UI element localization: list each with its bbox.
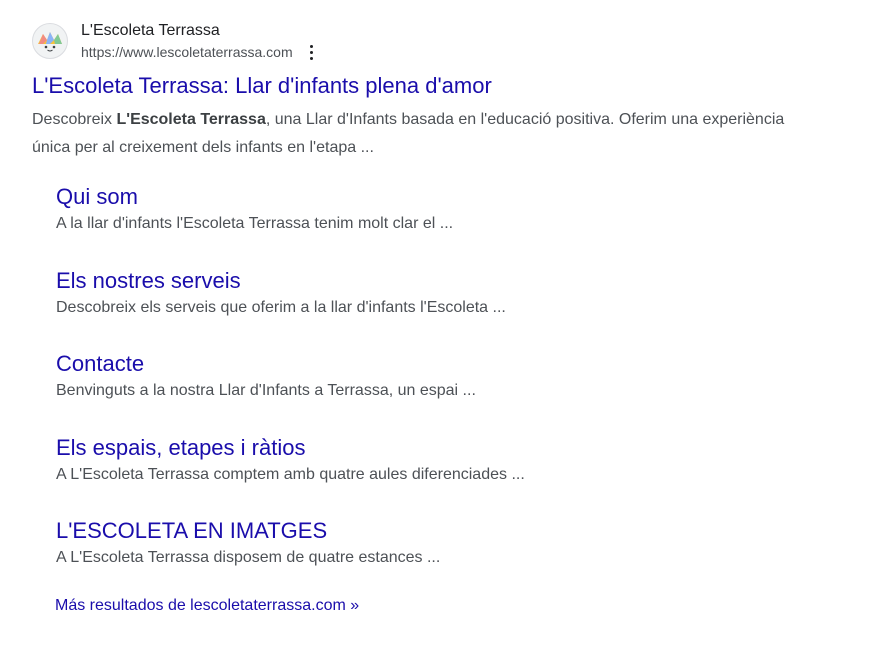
more-vert-icon[interactable] (305, 42, 319, 62)
search-result: L'Escoleta Terrassa https://www.lescolet… (32, 18, 792, 600)
snippet-highlight: L'Escoleta Terrassa (116, 111, 266, 128)
sitelink-contacte: Contacte Benvinguts a la nostra Llar d'I… (56, 349, 792, 433)
sitelink-description: Benvinguts a la nostra Llar d'Infants a … (56, 382, 476, 399)
site-name[interactable]: L'Escoleta Terrassa (81, 20, 319, 42)
snippet-text-start: Descobreix (32, 111, 117, 128)
sitelink-description: A la llar d'infants l'Escoleta Terrassa … (56, 215, 454, 232)
sitelink-description: Descobreix els serveis que oferim a la l… (56, 298, 506, 316)
more-results-link[interactable]: Más resultados de lescoletaterrassa.com … (55, 595, 359, 617)
sitelink-title[interactable]: Els nostres serveis (56, 266, 792, 296)
sitelink-serveis: Els nostres serveis Descobreix els serve… (56, 266, 792, 350)
result-title-link[interactable]: L'Escoleta Terrassa: Llar d'infants plen… (32, 71, 792, 101)
sitelink-description: A L'Escoleta Terrassa disposem de quatre… (56, 549, 441, 566)
sitelink-imatges: L'ESCOLETA EN IMATGES A L'Escoleta Terra… (56, 516, 792, 600)
result-snippet: Descobreix L'Escoleta Terrassa, una Llar… (32, 106, 792, 162)
sitelink-espais: Els espais, etapes i ràtios A L'Escoleta… (56, 433, 792, 517)
url-row: https://www.lescoletaterrassa.com (81, 42, 319, 62)
site-meta: L'Escoleta Terrassa https://www.lescolet… (81, 20, 319, 62)
escoleta-logo-icon[interactable] (32, 23, 68, 59)
sitelink-description: A L'Escoleta Terrassa comptem amb quatre… (56, 465, 525, 483)
sitelink-title[interactable]: Els espais, etapes i ràtios (56, 433, 792, 463)
sitelink-title[interactable]: Contacte (56, 349, 792, 379)
sitelinks: Qui som A la llar d'infants l'Escoleta T… (56, 182, 792, 600)
sitelink-title[interactable]: Qui som (56, 182, 792, 212)
sitelink-title[interactable]: L'ESCOLETA EN IMATGES (56, 516, 792, 546)
sitelink-qui-som: Qui som A la llar d'infants l'Escoleta T… (56, 182, 792, 266)
site-url[interactable]: https://www.lescoletaterrassa.com (81, 42, 293, 62)
site-header: L'Escoleta Terrassa https://www.lescolet… (32, 18, 792, 64)
